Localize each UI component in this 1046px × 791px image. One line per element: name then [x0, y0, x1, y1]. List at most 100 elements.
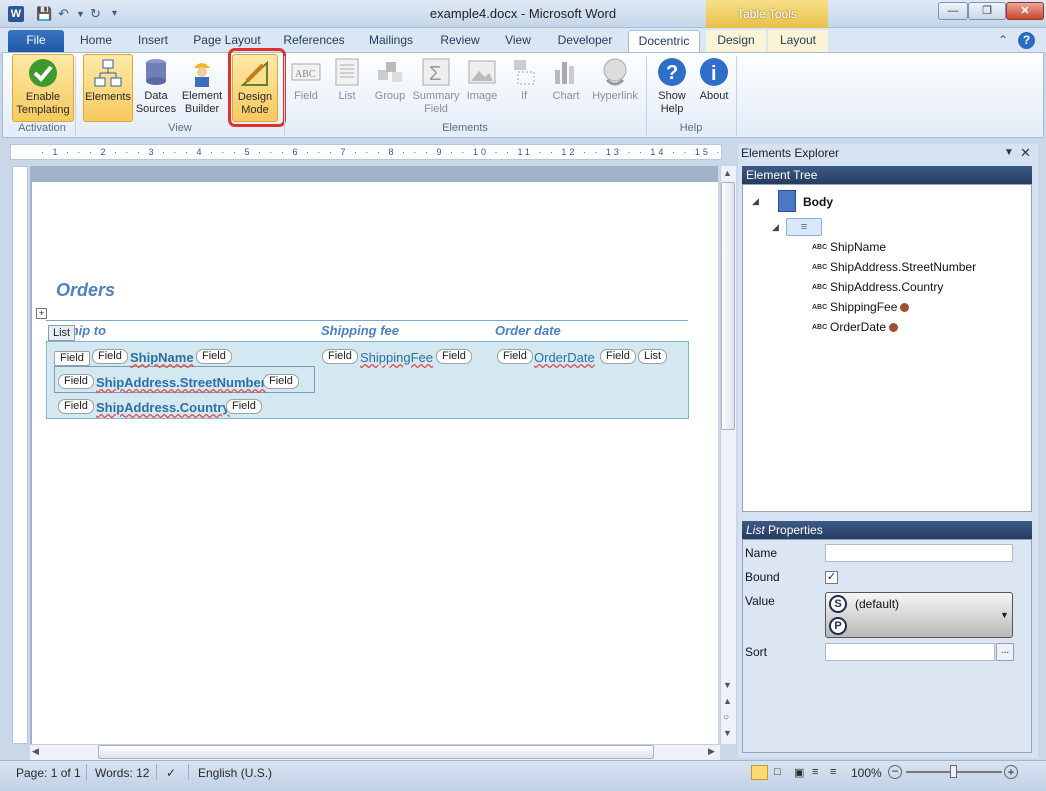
about-button[interactable]: i About [694, 54, 734, 122]
horizontal-scroll-thumb[interactable] [98, 745, 654, 759]
minimize-ribbon-icon[interactable]: ⌃ [998, 33, 1008, 47]
tab-insert[interactable]: Insert [130, 30, 176, 52]
field-ship-address-country[interactable]: ShipAddress.Country [96, 400, 230, 415]
collapse-list-icon[interactable]: ◢ [772, 222, 779, 233]
bound-checkbox[interactable]: ✓ [825, 571, 838, 584]
collapse-body-icon[interactable]: ◢ [752, 196, 759, 207]
horizontal-ruler[interactable]: · 1 · · · 2 · · · 3 · · · 4 · · · 5 · · … [10, 144, 722, 160]
element-builder-button[interactable]: Element Builder [178, 54, 226, 122]
scroll-down-icon[interactable]: ▼ [723, 680, 732, 690]
vertical-scroll-thumb[interactable] [721, 182, 735, 430]
select-browse-object-icon[interactable]: ○ [723, 712, 729, 723]
field-end-tag[interactable]: Field [263, 374, 299, 389]
image-button[interactable]: Image [462, 54, 502, 122]
table-move-handle-icon[interactable]: + [36, 308, 47, 319]
data-sources-button[interactable]: Data Sources [134, 54, 178, 122]
zoom-slider-thumb[interactable] [950, 765, 957, 778]
orders-heading[interactable]: Orders [56, 280, 115, 301]
tab-mailings[interactable]: Mailings [362, 30, 420, 52]
tree-item-body[interactable]: Body [803, 194, 833, 210]
field-start-tag[interactable]: Field [322, 349, 358, 364]
status-language[interactable]: English (U.S.) [198, 766, 272, 780]
if-button[interactable]: If [506, 54, 542, 122]
tab-view[interactable]: View [498, 30, 538, 52]
value-dropdown-icon[interactable]: ▼ [1000, 610, 1009, 620]
column-header-shipping-fee[interactable]: Shipping fee [321, 323, 399, 338]
scroll-up-icon[interactable]: ▲ [723, 168, 732, 178]
maximize-button[interactable]: ❐ [968, 2, 1006, 20]
scroll-left-icon[interactable]: ◀ [32, 746, 39, 757]
tab-layout[interactable]: Layout [768, 30, 828, 52]
field-start-tag[interactable]: Field [58, 399, 94, 414]
field-start-tag[interactable]: Field [497, 349, 533, 364]
value-selector[interactable] [825, 592, 1013, 638]
field-button[interactable]: ABC Field [288, 54, 324, 122]
draft-view-icon[interactable]: ≡ [830, 766, 836, 778]
show-help-button[interactable]: ? Show Help [652, 54, 692, 122]
next-page-icon[interactable]: ▼ [723, 728, 732, 738]
name-input[interactable] [825, 544, 1013, 562]
status-words[interactable]: Words: 12 [95, 766, 149, 780]
outline-view-icon[interactable]: ≡ [812, 766, 818, 778]
image-icon [468, 60, 496, 84]
tree-item[interactable]: ABC ShipAddress.StreetNumber [812, 259, 976, 275]
list-end-tag[interactable]: List [638, 349, 668, 364]
zoom-level[interactable]: 100% [851, 766, 882, 780]
sort-browse-button[interactable]: ... [996, 643, 1014, 661]
zoom-out-icon[interactable]: − [888, 765, 902, 779]
group-squares-icon [378, 62, 402, 82]
field-start-tag[interactable]: Field [92, 349, 128, 364]
tab-home[interactable]: Home [74, 30, 118, 52]
list-button[interactable]: List [330, 54, 364, 122]
tab-references[interactable]: References [278, 30, 350, 52]
status-page[interactable]: Page: 1 of 1 [16, 766, 81, 780]
sort-label: Sort [745, 645, 768, 659]
summary-field-button[interactable]: Σ Summary Field [412, 54, 460, 122]
web-layout-view-icon[interactable]: ▣ [794, 766, 804, 779]
abc-field-icon: ABC [812, 263, 828, 271]
element-tree-title: Element Tree [742, 166, 1032, 184]
field-ship-name[interactable]: ShipName [130, 350, 194, 365]
vertical-ruler[interactable] [12, 166, 28, 744]
close-button[interactable]: ✕ [1006, 2, 1044, 20]
field-end-tag[interactable]: Field [196, 349, 232, 364]
zoom-in-icon[interactable]: + [1004, 765, 1018, 779]
tab-design[interactable]: Design [706, 30, 766, 52]
field-end-tag[interactable]: Field [600, 349, 636, 364]
tab-developer[interactable]: Developer [548, 30, 622, 52]
tab-docentric[interactable]: Docentric [628, 30, 700, 52]
column-header-order-date[interactable]: Order date [495, 323, 561, 338]
print-layout-view-icon[interactable] [751, 765, 768, 780]
field-end-tag[interactable]: Field [226, 399, 262, 414]
tree-item-list[interactable]: ≡ [786, 218, 822, 236]
field-order-date[interactable]: OrderDate [534, 350, 595, 365]
full-screen-view-icon[interactable]: □ [774, 766, 781, 778]
minimize-button[interactable]: — [938, 2, 968, 20]
tree-item[interactable]: ABC OrderDate [812, 319, 899, 335]
tree-item[interactable]: ABC ShippingFee [812, 299, 910, 315]
proofing-icon[interactable]: ✓ [166, 766, 176, 780]
pane-close-icon[interactable]: ✕ [1020, 145, 1031, 161]
tab-review[interactable]: Review [432, 30, 488, 52]
list-start-tag[interactable]: List [48, 325, 76, 341]
svg-text:i: i [711, 63, 717, 85]
field-group-tag[interactable]: Field [54, 351, 90, 366]
help-icon[interactable]: ? [1018, 32, 1035, 49]
sort-input[interactable] [825, 643, 995, 661]
scroll-right-icon[interactable]: ▶ [708, 746, 715, 757]
previous-page-icon[interactable]: ▲ [723, 696, 732, 706]
field-ship-address-street[interactable]: ShipAddress.StreetNumber [96, 375, 266, 390]
pane-options-icon[interactable]: ▼ [1004, 147, 1014, 158]
field-shipping-fee[interactable]: ShippingFee [360, 350, 433, 365]
group-button[interactable]: Group [370, 54, 410, 122]
tab-file[interactable]: File [8, 30, 64, 52]
field-end-tag[interactable]: Field [436, 349, 472, 364]
enable-templating-button[interactable]: Enable Templating [12, 54, 74, 122]
field-start-tag[interactable]: Field [58, 374, 94, 389]
chart-button[interactable]: Chart [546, 54, 586, 122]
hyperlink-button[interactable]: Hyperlink [588, 54, 642, 122]
tree-item[interactable]: ABC ShipName [812, 239, 886, 255]
document-page[interactable] [32, 182, 718, 744]
elements-button[interactable]: Elements [83, 54, 133, 122]
tree-item[interactable]: ABC ShipAddress.Country [812, 279, 943, 295]
